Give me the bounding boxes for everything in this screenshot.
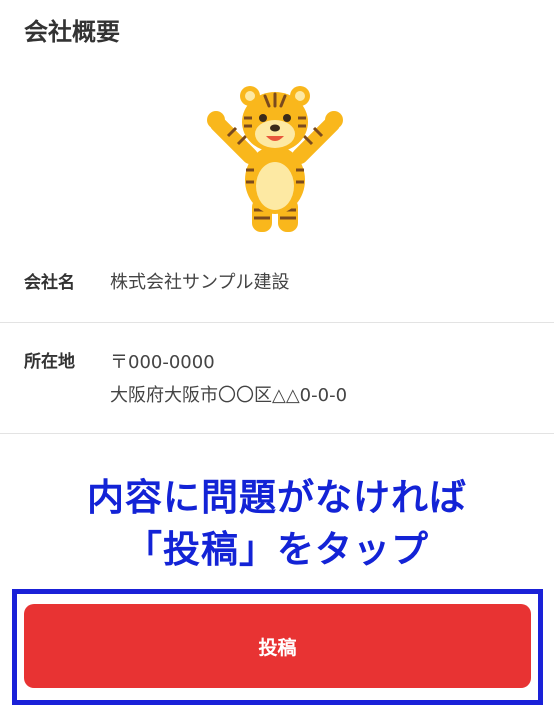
company-name-value: 株式会社サンプル建設 (110, 272, 290, 293)
divider (0, 433, 554, 434)
address-label: 所在地 (24, 352, 75, 372)
instruction-text: 内容に問題がなければ 「投稿」をタップ (0, 472, 554, 576)
company-name-row: 会社名 株式会社サンプル建設 (0, 270, 554, 296)
address-row: 所在地 〒000-0000 大阪府大阪市〇〇区△△0-0-0 (0, 346, 554, 412)
street-address: 大阪府大阪市〇〇区△△0-0-0 (110, 385, 348, 406)
address-value: 〒000-0000 大阪府大阪市〇〇区△△0-0-0 (110, 346, 347, 412)
post-button[interactable]: 投稿 (24, 604, 531, 688)
company-name-label: 会社名 (24, 273, 75, 293)
page-title: 会社概要 (24, 18, 120, 46)
company-logo (200, 78, 350, 240)
postal-code: 〒000-0000 (110, 352, 215, 373)
instruction-line-1: 内容に問題がなければ (87, 476, 467, 519)
tiger-mascot-icon (207, 86, 343, 232)
divider (0, 322, 554, 323)
instruction-line-2: 「投稿」をタップ (125, 528, 429, 571)
